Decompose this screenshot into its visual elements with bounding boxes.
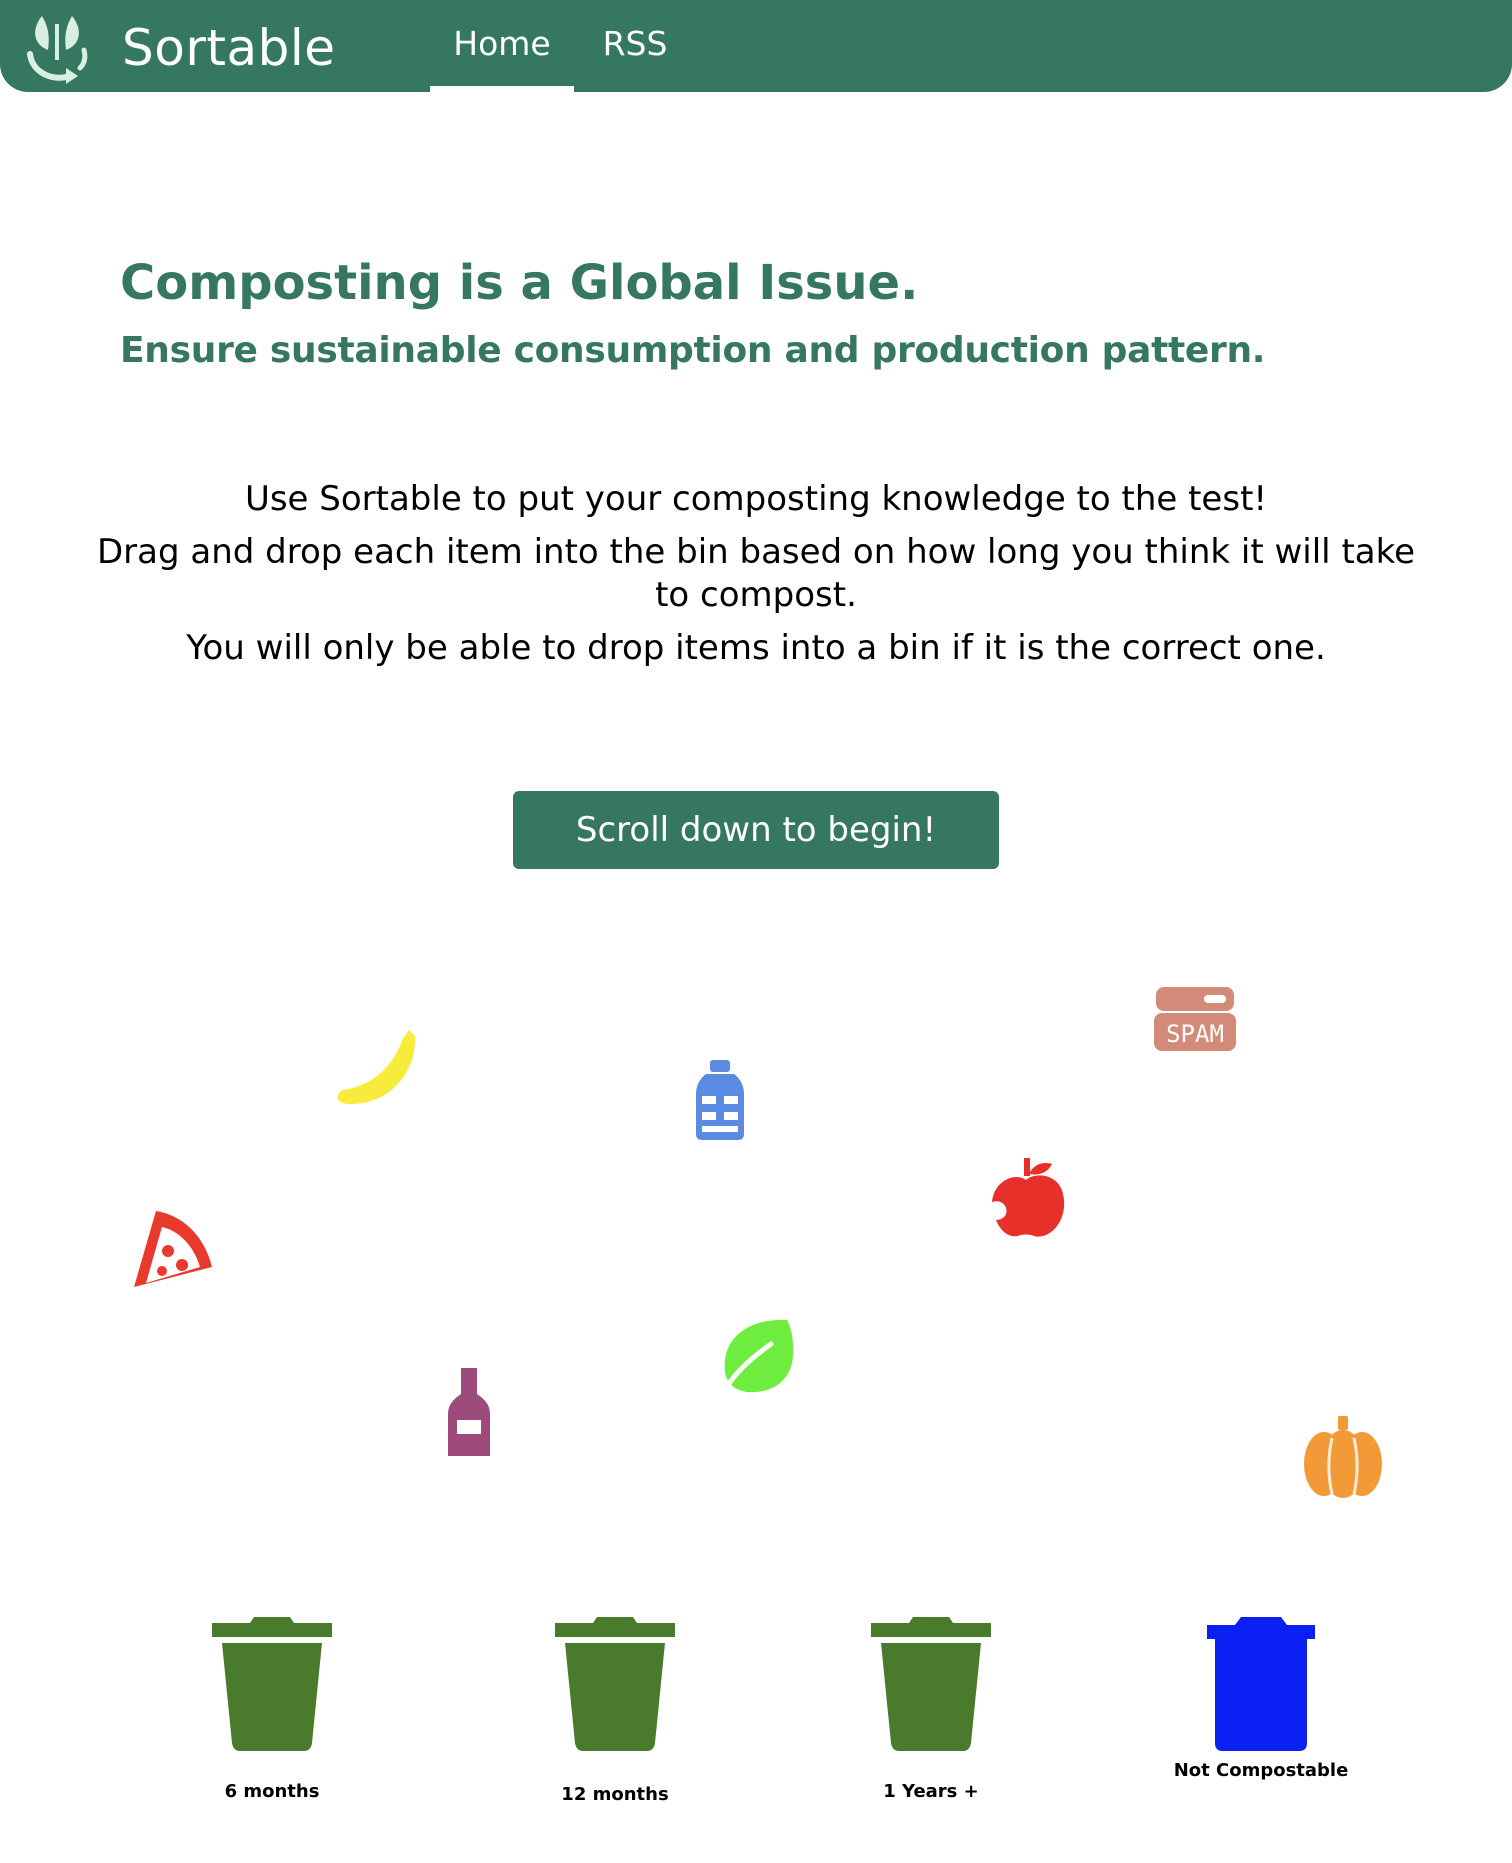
page-title: Composting is a Global Issue.: [120, 255, 919, 311]
instruction-line-3: You will only be able to drop items into…: [186, 628, 1326, 668]
bin-6-months[interactable]: 6 months: [212, 1617, 332, 1802]
brand[interactable]: Sortable: [22, 8, 336, 88]
pizza-slice-icon: [134, 1211, 212, 1287]
leaf-icon: [718, 1319, 794, 1398]
bin-not-compostable[interactable]: Not Compostable: [1174, 1617, 1348, 1781]
apple-item[interactable]: [986, 1158, 1066, 1240]
leaf-item[interactable]: [717, 1318, 795, 1398]
pizza-item[interactable]: [130, 1207, 214, 1289]
svg-text:SPAM: SPAM: [1166, 1020, 1224, 1048]
page-subtitle: Ensure sustainable consumption and produ…: [120, 330, 1266, 371]
wine-item[interactable]: [448, 1368, 490, 1458]
bin-label: Not Compostable: [1173, 1760, 1349, 1781]
spam-can-icon: SPAM: [1154, 987, 1236, 1051]
pumpkin-icon: [1304, 1416, 1382, 1498]
bin-label: 12 months: [561, 1784, 669, 1805]
instruction-line-1: Use Sortable to put your composting know…: [244, 479, 1268, 519]
bin-label: 6 months: [224, 1781, 320, 1802]
banana-icon: [337, 1030, 416, 1105]
nav-link-rss[interactable]: RSS: [590, 0, 680, 92]
trash-bin-icon: [555, 1617, 675, 1751]
bin-1-years[interactable]: 1 Years +: [871, 1617, 991, 1802]
trash-bin-icon: [212, 1617, 332, 1751]
navbar: Sortable Home RSS: [0, 0, 1512, 92]
apple-icon: [992, 1158, 1065, 1237]
bottle-item[interactable]: [694, 1060, 746, 1142]
bin-12-months[interactable]: 12 months: [555, 1617, 675, 1805]
bin-label: 1 Years +: [883, 1781, 979, 1802]
trash-bin-icon: [1207, 1617, 1315, 1751]
nav-link-home[interactable]: Home: [430, 0, 574, 92]
trash-bin-icon: [871, 1617, 991, 1751]
recycle-leaf-icon: [27, 16, 88, 84]
scroll-down-button[interactable]: Scroll down to begin!: [513, 791, 999, 869]
spam-item[interactable]: SPAM: [1154, 985, 1236, 1051]
banana-item[interactable]: [333, 1028, 417, 1108]
pumpkin-item[interactable]: [1302, 1416, 1384, 1498]
instruction-line-2: Drag and drop each item into the bin bas…: [96, 532, 1415, 615]
brand-name: Sortable: [122, 19, 336, 77]
instructions: Use Sortable to put your composting know…: [80, 478, 1432, 670]
bottle-icon: [696, 1060, 744, 1140]
wine-bottle-icon: [448, 1368, 490, 1456]
